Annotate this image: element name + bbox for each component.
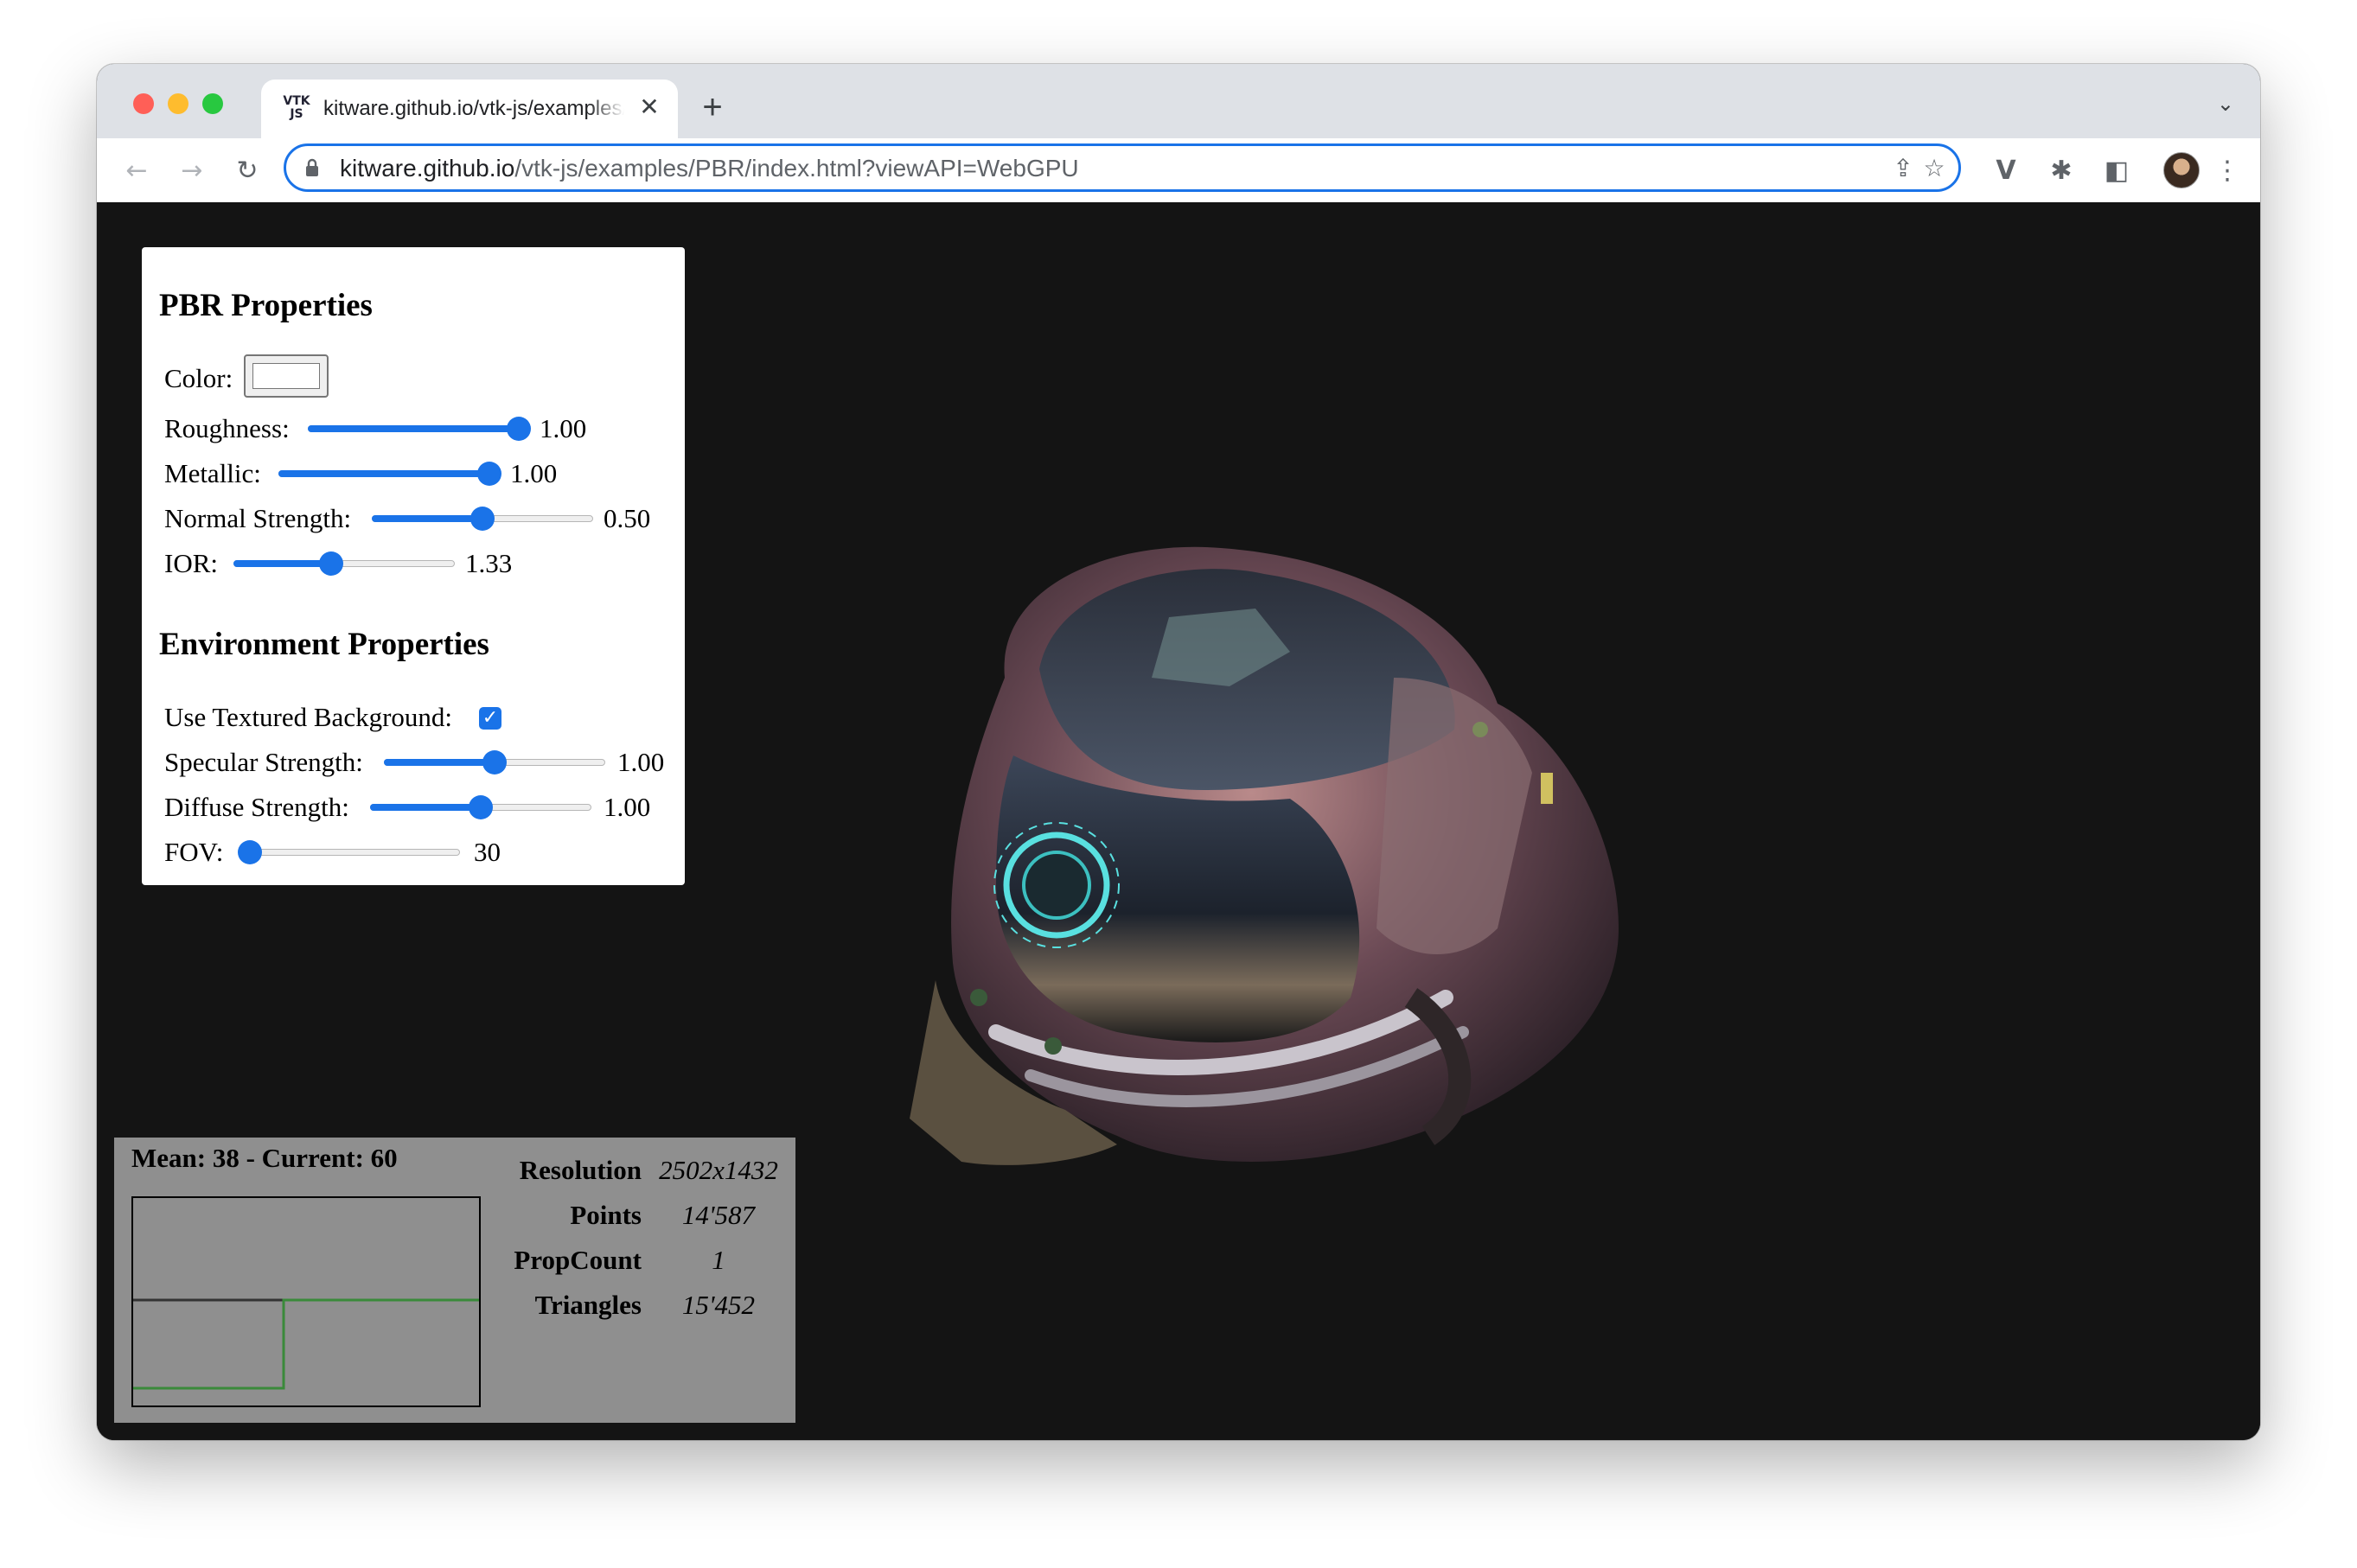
- metallic-value: 1.00: [510, 458, 558, 488]
- metallic-row: Metallic: 1.00: [164, 455, 648, 493]
- fov-row: FOV: 30: [164, 833, 597, 871]
- address-bar[interactable]: kitware.github.io/vtk-js/examples/PBR/in…: [284, 143, 1961, 192]
- tab-strip: VTK JS kitware.github.io/vtk-js/examples…: [97, 64, 2260, 138]
- pbr-heading: PBR Properties: [159, 288, 373, 323]
- url-host: kitware.github.io: [340, 155, 515, 182]
- roughness-value: 1.00: [540, 413, 587, 443]
- pbr-properties-panel: PBR Properties Color: Roughness: 1.00 Me…: [142, 247, 685, 885]
- metallic-slider[interactable]: [278, 462, 501, 486]
- specular-strength-value: 1.00: [617, 747, 665, 777]
- fov-slider-thumb[interactable]: [237, 840, 262, 864]
- normal-strength-value: 0.50: [604, 503, 651, 533]
- points-label: Points: [570, 1200, 642, 1230]
- specular-strength-label: Specular Strength:: [164, 747, 363, 777]
- textured-background-row: Use Textured Background: ✓: [164, 698, 648, 736]
- diffuse-strength-slider-thumb[interactable]: [469, 795, 493, 819]
- diffuse-strength-row: Diffuse Strength: 1.00: [164, 788, 666, 826]
- ior-slider-thumb[interactable]: [318, 551, 343, 576]
- propcount-label: PropCount: [514, 1245, 642, 1275]
- color-label: Color:: [164, 363, 233, 393]
- points-value: 14'587: [681, 1200, 756, 1230]
- ior-value: 1.33: [465, 548, 513, 578]
- diffuse-strength-label: Diffuse Strength:: [164, 792, 349, 822]
- vtk-favicon-icon: VTK JS: [283, 94, 310, 121]
- close-window-button[interactable]: [133, 93, 154, 114]
- more-menu-icon[interactable]: ⋮: [2210, 154, 2245, 188]
- normal-strength-slider[interactable]: [372, 507, 593, 531]
- specular-strength-slider[interactable]: [384, 750, 605, 774]
- metallic-slider-thumb[interactable]: [477, 462, 501, 486]
- minimize-window-button[interactable]: [168, 93, 188, 114]
- share-icon[interactable]: ⇪: [1888, 153, 1919, 184]
- fps-graph-current-line: [133, 1298, 479, 1390]
- color-swatch: [252, 363, 320, 389]
- extensions-puzzle-icon[interactable]: ✱: [2044, 154, 2079, 188]
- resolution-value: 2502x1432: [659, 1155, 778, 1185]
- forward-button[interactable]: →: [175, 154, 209, 188]
- browser-window: VTK JS kitware.github.io/vtk-js/examples…: [97, 64, 2260, 1440]
- url-path: /vtk-js/examples/PBR/index.html?viewAPI=…: [514, 155, 1079, 182]
- color-picker[interactable]: [244, 354, 329, 398]
- fov-label: FOV:: [164, 837, 224, 867]
- diffuse-strength-value: 1.00: [604, 792, 651, 822]
- stats-panel: Mean: 38 - Current: 60 Resolution 2502x1…: [114, 1138, 795, 1423]
- side-panel-icon[interactable]: ◧: [2099, 154, 2134, 188]
- diffuse-strength-slider[interactable]: [370, 795, 591, 819]
- specular-strength-slider-thumb[interactable]: [482, 750, 507, 774]
- fps-graph: [131, 1196, 481, 1407]
- bookmark-star-icon[interactable]: ☆: [1919, 153, 1950, 184]
- tab-active[interactable]: VTK JS kitware.github.io/vtk-js/examples…: [261, 80, 678, 138]
- helmet-3d-model[interactable]: [858, 479, 1670, 1222]
- ior-row: IOR: 1.33: [164, 545, 648, 583]
- maximize-window-button[interactable]: [202, 93, 223, 114]
- tab-search-chevron-icon[interactable]: ⌄: [2217, 92, 2234, 117]
- environment-heading: Environment Properties: [159, 627, 489, 662]
- normal-strength-row: Normal Strength: 0.50: [164, 500, 666, 538]
- url-text[interactable]: kitware.github.io/vtk-js/examples/PBR/in…: [340, 155, 1079, 182]
- close-tab-icon[interactable]: ✕: [636, 92, 662, 123]
- roughness-slider-thumb[interactable]: [507, 417, 531, 441]
- ior-label: IOR:: [164, 548, 218, 578]
- textured-background-checkbox[interactable]: ✓: [479, 707, 501, 730]
- textured-background-label: Use Textured Background:: [164, 702, 453, 732]
- propcount-value: 1: [712, 1245, 725, 1275]
- render-viewport[interactable]: PBR Properties Color: Roughness: 1.00 Me…: [97, 202, 2260, 1440]
- ior-slider[interactable]: [233, 551, 455, 576]
- roughness-row: Roughness: 1.00: [164, 410, 648, 448]
- normal-strength-label: Normal Strength:: [164, 503, 352, 533]
- lock-icon[interactable]: [305, 158, 319, 177]
- normal-strength-slider-thumb[interactable]: [470, 507, 495, 531]
- back-button[interactable]: ←: [119, 154, 154, 188]
- browser-toolbar: ← → ↻ kitware.github.io/vtk-js/examples/…: [97, 138, 2260, 203]
- color-row: Color:: [164, 354, 510, 398]
- fov-slider[interactable]: [237, 840, 460, 864]
- new-tab-button[interactable]: +: [693, 90, 731, 128]
- metallic-label: Metallic:: [164, 458, 261, 488]
- triangles-value: 15'452: [681, 1290, 756, 1320]
- fov-value: 30: [474, 837, 501, 867]
- roughness-label: Roughness:: [164, 413, 290, 443]
- reload-button[interactable]: ↻: [230, 154, 265, 188]
- fps-readout: Mean: 38 - Current: 60: [131, 1143, 398, 1173]
- resolution-label: Resolution: [519, 1155, 642, 1185]
- triangles-label: Triangles: [534, 1290, 642, 1320]
- specular-strength-row: Specular Strength: 1.00: [164, 743, 674, 781]
- tab-title: kitware.github.io/vtk-js/examples/PBR/in…: [323, 97, 624, 120]
- vtk-extension-icon[interactable]: V: [1989, 154, 2023, 188]
- roughness-slider[interactable]: [308, 417, 531, 441]
- profile-avatar[interactable]: [2163, 152, 2200, 188]
